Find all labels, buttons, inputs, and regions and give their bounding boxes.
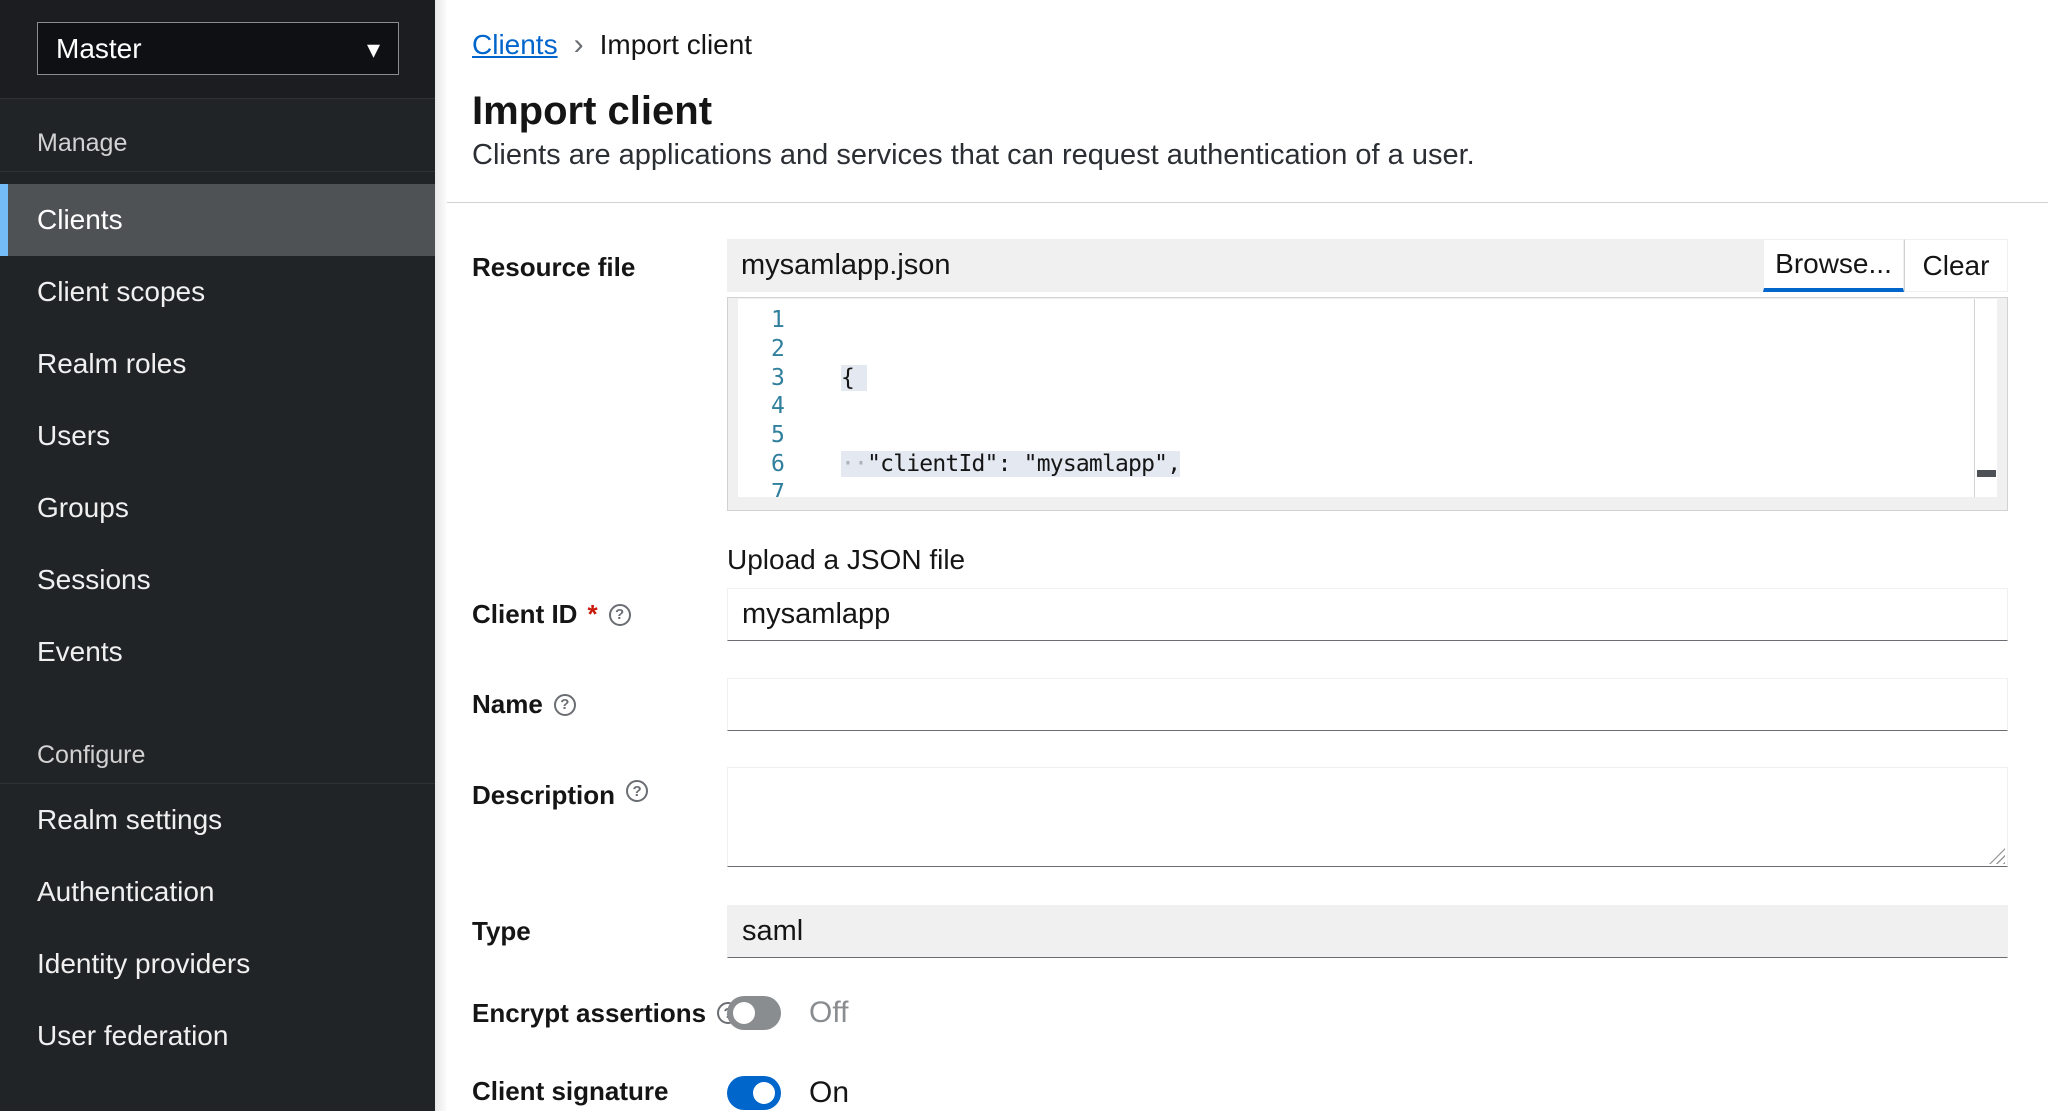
client-signature-row: Client signature required ? On xyxy=(472,1076,2008,1111)
code-area: 1 2 3 4 5 6 7 { ··"clientId": "mysamlapp… xyxy=(738,299,1974,497)
nav-section-title-manage: Manage xyxy=(37,129,435,158)
line-number: 1 xyxy=(738,306,784,335)
page-title: Import client xyxy=(472,88,2008,134)
sidebar-item-user-federation[interactable]: User federation xyxy=(0,1000,435,1072)
sidebar-item-label: Identity providers xyxy=(37,948,250,980)
sidebar-item-label: Events xyxy=(37,636,123,668)
nav-section-configure: Configure Realm settings Authentication … xyxy=(0,741,435,1072)
line-number: 3 xyxy=(738,364,784,393)
sidebar-header: Master ▾ xyxy=(0,0,435,99)
sidebar-item-identity-providers[interactable]: Identity providers xyxy=(0,928,435,1000)
sidebar-item-sessions[interactable]: Sessions xyxy=(0,544,435,616)
sidebar-item-clients[interactable]: Clients xyxy=(0,184,435,256)
chevron-right-icon: › xyxy=(574,28,584,62)
client-id-input[interactable] xyxy=(727,588,2008,641)
description-textarea[interactable] xyxy=(727,767,2008,867)
help-icon[interactable]: ? xyxy=(626,780,648,802)
resource-file-row: Resource file mysamlapp.json Browse... C… xyxy=(472,239,2008,576)
nav-items-configure: Realm settings Authentication Identity p… xyxy=(0,784,435,1072)
name-input[interactable] xyxy=(727,678,2008,731)
breadcrumb-current: Import client xyxy=(600,28,753,62)
sidebar-item-label: Users xyxy=(37,420,110,452)
line-number: 7 xyxy=(738,479,784,497)
sidebar-item-label: Authentication xyxy=(37,876,214,908)
description-label: Description ? xyxy=(472,767,727,867)
line-number: 5 xyxy=(738,421,784,450)
editor-scrollbar[interactable] xyxy=(1974,299,1997,497)
help-icon[interactable]: ? xyxy=(554,694,576,716)
label-text: Client signature xyxy=(472,1076,727,1107)
header-divider xyxy=(435,202,2048,203)
client-id-label: Client ID * ? xyxy=(472,588,727,641)
required-asterisk: * xyxy=(587,599,597,630)
client-signature-label: Client signature required ? xyxy=(472,1076,727,1111)
type-row: Type xyxy=(472,905,2008,958)
help-icon[interactable]: ? xyxy=(609,604,631,626)
type-input xyxy=(727,905,2008,958)
import-client-page: Master ▾ Manage Clients Client scopes Re… xyxy=(0,0,2048,1111)
nav-section-manage: Manage Clients Client scopes Realm roles… xyxy=(0,99,435,688)
encrypt-assertions-toggle[interactable] xyxy=(727,996,781,1030)
sidebar-item-label: User federation xyxy=(37,1020,228,1052)
type-label: Type xyxy=(472,905,727,958)
file-upload-control: mysamlapp.json Browse... Clear xyxy=(727,239,2008,292)
breadcrumb: Clients › Import client xyxy=(472,28,2008,62)
scrollbar-thumb[interactable] xyxy=(1977,470,1996,477)
client-signature-state: On xyxy=(809,1076,849,1110)
page-subtitle: Clients are applications and services th… xyxy=(472,138,2008,172)
upload-helper-text: Upload a JSON file xyxy=(727,544,2008,576)
toggle-knob xyxy=(733,1002,755,1024)
label-text: Encrypt assertions xyxy=(472,998,706,1029)
nav-items-manage: Clients Client scopes Realm roles Users … xyxy=(0,172,435,688)
label-text-line2: required ? xyxy=(472,1107,727,1111)
sidebar-item-label: Clients xyxy=(37,204,123,236)
client-signature-toggle[interactable] xyxy=(727,1076,781,1110)
code-line: { xyxy=(841,364,1974,393)
sidebar-item-label: Groups xyxy=(37,492,129,524)
name-label: Name ? xyxy=(472,678,727,731)
code-line: ··"clientId": "mysamlapp", xyxy=(841,450,1974,479)
sidebar-item-realm-roles[interactable]: Realm roles xyxy=(0,328,435,400)
sidebar-item-authentication[interactable]: Authentication xyxy=(0,856,435,928)
sidebar-item-users[interactable]: Users xyxy=(0,400,435,472)
sidebar-item-client-scopes[interactable]: Client scopes xyxy=(0,256,435,328)
breadcrumb-link-clients[interactable]: Clients xyxy=(472,28,558,62)
sidebar-item-events[interactable]: Events xyxy=(0,616,435,688)
sidebar-item-label: Client scopes xyxy=(37,276,205,308)
nav-section-title-configure: Configure xyxy=(37,741,435,770)
realm-selector-label: Master xyxy=(56,33,142,65)
file-name-field[interactable]: mysamlapp.json xyxy=(727,239,1763,292)
browse-button[interactable]: Browse... xyxy=(1763,239,1904,292)
label-text: Type xyxy=(472,916,531,947)
client-id-row: Client ID * ? xyxy=(472,588,2008,641)
label-text: Resource file xyxy=(472,252,635,283)
line-number-gutter: 1 2 3 4 5 6 7 xyxy=(738,299,808,497)
encrypt-assertions-label: Encrypt assertions ? xyxy=(472,996,727,1030)
label-text: Name xyxy=(472,689,543,720)
encrypt-assertions-state: Off xyxy=(809,996,848,1030)
chevron-down-icon: ▾ xyxy=(367,36,380,62)
sidebar-item-label: Realm settings xyxy=(37,804,222,836)
description-row: Description ? xyxy=(472,767,2008,867)
line-number: 6 xyxy=(738,450,784,479)
sidebar-item-groups[interactable]: Groups xyxy=(0,472,435,544)
line-number: 2 xyxy=(738,335,784,364)
resource-file-label: Resource file xyxy=(472,239,727,576)
line-number: 4 xyxy=(738,392,784,421)
label-text: Description xyxy=(472,780,615,811)
sidebar-item-label: Realm roles xyxy=(37,348,186,380)
json-code-editor[interactable]: 1 2 3 4 5 6 7 { ··"clientId": "mysamlapp… xyxy=(727,297,2008,511)
sidebar-item-realm-settings[interactable]: Realm settings xyxy=(0,784,435,856)
main-content: Clients › Import client Import client Cl… xyxy=(435,0,2048,1111)
encrypt-assertions-row: Encrypt assertions ? Off xyxy=(472,996,2008,1030)
toggle-knob xyxy=(753,1082,775,1104)
clear-button[interactable]: Clear xyxy=(1904,239,2008,292)
code-lines: { ··"clientId": "mysamlapp", ··"name": "… xyxy=(808,299,1974,497)
label-text: Client ID xyxy=(472,599,577,630)
sidebar-item-label: Sessions xyxy=(37,564,151,596)
realm-selector[interactable]: Master ▾ xyxy=(37,22,399,75)
name-row: Name ? xyxy=(472,678,2008,731)
sidebar: Master ▾ Manage Clients Client scopes Re… xyxy=(0,0,435,1111)
